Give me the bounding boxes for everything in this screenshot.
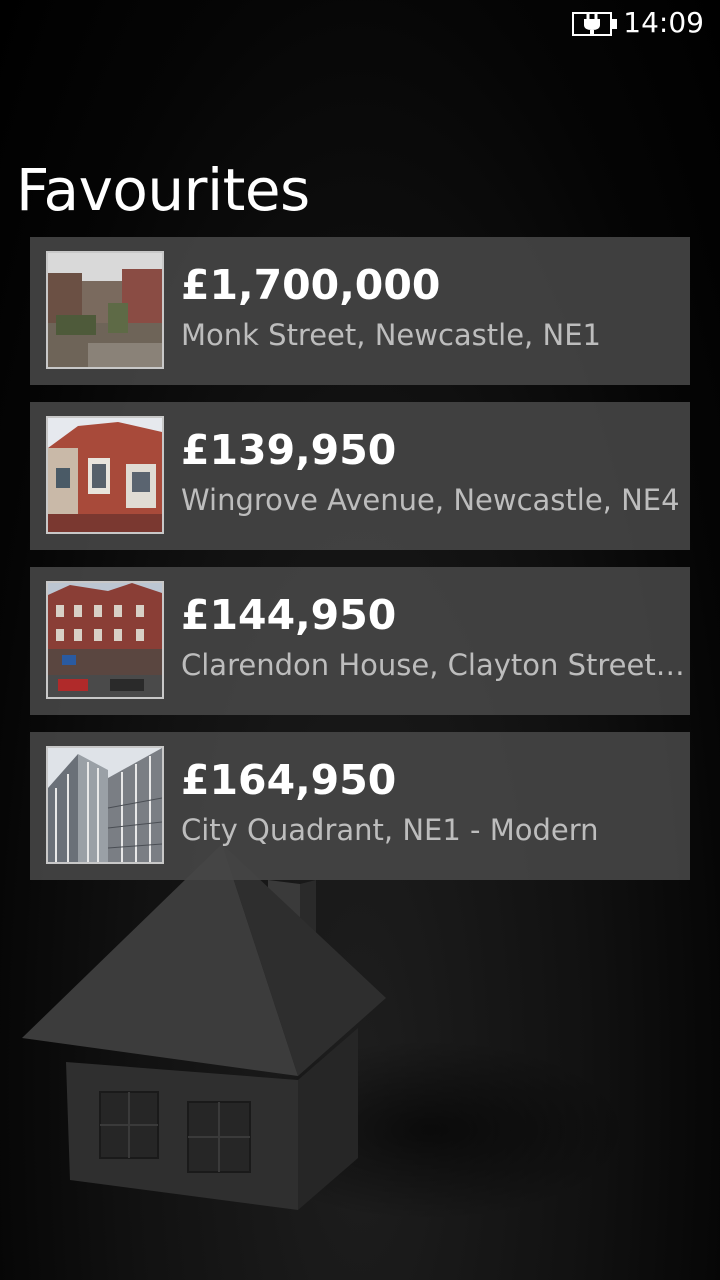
address: Wingrove Avenue, Newcastle, NE4 [181, 483, 680, 517]
list-item[interactable]: £1,700,000 Monk Street, Newcastle, NE1 [30, 237, 690, 385]
list-item[interactable]: £139,950 Wingrove Avenue, Newcastle, NE4 [30, 402, 690, 550]
house-photo-1 [46, 251, 164, 369]
list-item[interactable]: £164,950 City Quadrant, NE1 - Modern [30, 732, 690, 880]
favourites-screen: 14:09 Favourites £1,700,000 Monk Street,… [0, 0, 720, 1280]
price: £144,950 [181, 591, 397, 639]
address: Monk Street, Newcastle, NE1 [181, 318, 601, 352]
list-item[interactable]: £144,950 Clarendon House, Clayton Street… [30, 567, 690, 715]
clock: 14:09 [623, 6, 704, 39]
house-photo-2 [46, 416, 164, 534]
favourites-list: £1,700,000 Monk Street, Newcastle, NE1 £… [30, 237, 690, 897]
house-photo-3 [46, 581, 164, 699]
house-photo-4 [46, 746, 164, 864]
status-bar: 14:09 [0, 0, 720, 48]
address: City Quadrant, NE1 - Modern [181, 813, 599, 847]
address: Clarendon House, Clayton Street, Newcast… [181, 648, 690, 682]
page-title: Favourites [16, 156, 310, 224]
price: £1,700,000 [181, 261, 441, 309]
price: £164,950 [181, 756, 397, 804]
price: £139,950 [181, 426, 397, 474]
battery-charging-icon [572, 12, 617, 36]
house-background-icon [22, 844, 630, 1220]
